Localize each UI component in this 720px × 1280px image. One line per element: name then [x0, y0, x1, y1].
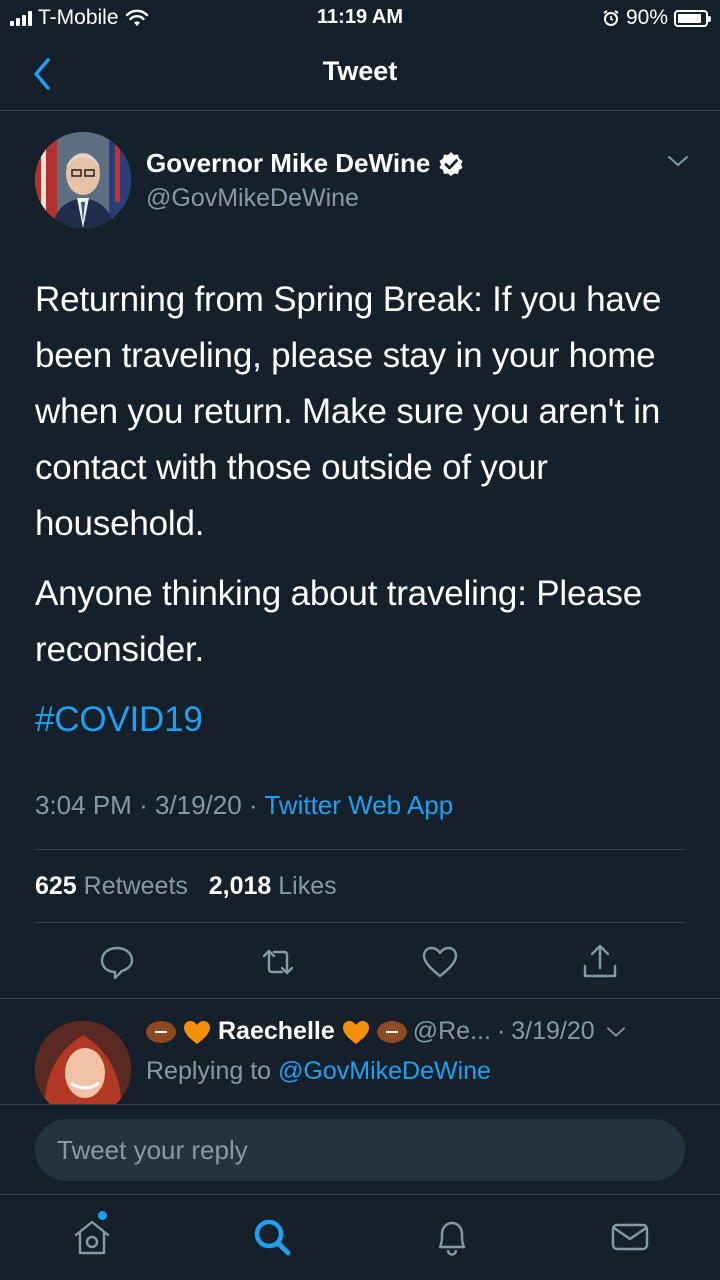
reply-avatar-image — [35, 1021, 131, 1104]
reply-separator: · — [496, 1017, 506, 1045]
replying-label: Replying to — [146, 1057, 272, 1085]
reply-item[interactable]: Raechelle @Re... · 3/19/20 Replying to @… — [0, 998, 720, 1104]
likes-stat[interactable]: 2,018 Likes — [209, 872, 337, 900]
status-right: 90% — [602, 6, 711, 30]
tab-search[interactable] — [250, 1215, 294, 1259]
reply-composer — [0, 1104, 720, 1194]
search-icon — [254, 1219, 291, 1256]
tweet-text: Returning from Spring Break: If you have… — [35, 272, 695, 762]
home-icon — [74, 1220, 110, 1255]
nav-header: Tweet — [0, 36, 720, 111]
football-emoji-icon — [376, 1020, 407, 1043]
author-handle[interactable]: @GovMikeDeWine — [146, 184, 359, 213]
messages-icon — [611, 1223, 649, 1251]
replying-to-handle[interactable]: @GovMikeDeWine — [278, 1057, 491, 1085]
reply-input[interactable] — [35, 1119, 685, 1181]
orange-heart-icon — [342, 1020, 369, 1044]
meta-separator: · — [139, 790, 155, 820]
retweets-count: 625 — [35, 872, 77, 900]
alarm-icon — [603, 10, 619, 26]
author-name-text: Governor Mike DeWine — [146, 148, 431, 178]
battery-percent: 90% — [625, 6, 668, 29]
chevron-down-icon[interactable] — [605, 1024, 627, 1040]
tab-notifications[interactable] — [430, 1215, 474, 1259]
likes-label: Likes — [278, 872, 337, 900]
tweet-paragraph-2: Anyone thinking about traveling: Please … — [35, 574, 643, 669]
retweets-label: Retweets — [83, 872, 188, 900]
share-icon[interactable] — [580, 942, 620, 982]
tweet-time: 3:04 PM — [35, 790, 132, 820]
meta-separator: · — [248, 790, 265, 820]
tweet-source-link[interactable]: Twitter Web App — [264, 790, 453, 820]
tweet-stats: 625 Retweets 2,018 Likes — [35, 872, 337, 901]
tab-home[interactable] — [70, 1215, 114, 1259]
replying-to: Replying to @GovMikeDeWine — [146, 1057, 491, 1086]
tweet-paragraph-1: Returning from Spring Break: If you have… — [35, 280, 662, 543]
page-title: Tweet — [322, 56, 398, 86]
notifications-icon — [438, 1221, 466, 1256]
football-emoji-icon — [146, 1020, 176, 1043]
chevron-down-icon[interactable] — [666, 152, 690, 170]
reply-author-handle[interactable]: @Re... — [413, 1017, 491, 1046]
hashtag-link[interactable]: #COVID19 — [35, 700, 203, 739]
tweet-meta: 3:04 PM · 3/19/20 · Twitter Web App — [35, 790, 453, 821]
reply-header: Raechelle @Re... · 3/19/20 — [146, 1017, 627, 1046]
likes-count: 2,018 — [208, 872, 272, 900]
orange-heart-icon — [184, 1020, 210, 1044]
home-notification-dot — [98, 1211, 107, 1220]
retweets-stat[interactable]: 625 Retweets — [35, 872, 188, 900]
verified-badge-icon — [439, 151, 463, 176]
avatar-image — [35, 132, 131, 228]
reply-author-name[interactable]: Raechelle — [218, 1017, 335, 1046]
bottom-tab-bar — [0, 1194, 720, 1280]
status-bar: T-Mobile 11:19 AM 90% — [0, 0, 720, 36]
author-name[interactable]: Governor Mike DeWine — [146, 148, 464, 179]
tab-messages[interactable] — [608, 1215, 652, 1259]
like-icon[interactable] — [420, 942, 460, 982]
reply-icon[interactable] — [97, 942, 137, 982]
reply-date: 3/19/20 — [511, 1017, 595, 1045]
divider — [35, 922, 685, 923]
tweet-date: 3/19/20 — [154, 790, 242, 820]
retweet-icon[interactable] — [258, 942, 298, 982]
reply-avatar[interactable] — [35, 1021, 131, 1104]
tweet-actions — [0, 942, 720, 1002]
author-avatar[interactable] — [35, 132, 131, 228]
divider — [35, 849, 685, 850]
battery-icon — [674, 9, 711, 27]
